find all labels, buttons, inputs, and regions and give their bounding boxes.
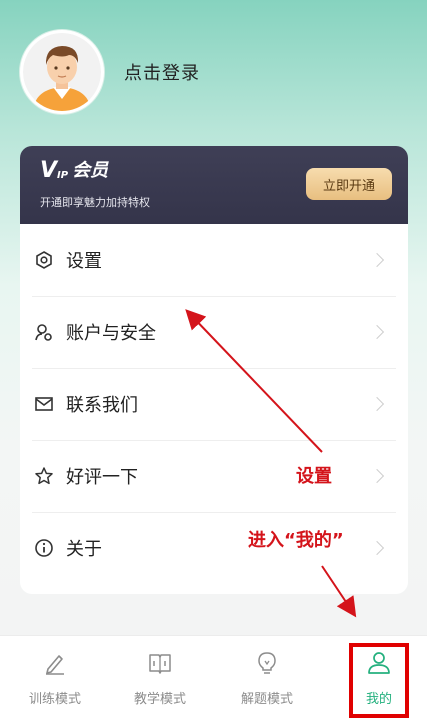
tab-training[interactable]: 训练模式	[10, 636, 100, 720]
avatar-image	[23, 33, 101, 111]
vip-logo-member: 会员	[72, 160, 109, 181]
tab-teaching[interactable]: 教学模式	[115, 636, 205, 720]
menu-item-label: 设置	[66, 251, 102, 272]
menu-item-account-security[interactable]: 账户与安全	[20, 296, 408, 368]
menu-item-label: 账户与安全	[66, 323, 156, 344]
menu-item-label: 关于	[66, 539, 102, 560]
annotation-enter-mine-label: 进入“我的”	[248, 530, 344, 551]
annotation-highlight-box	[349, 643, 409, 718]
contact-icon	[34, 394, 54, 414]
chevron-right-icon	[369, 468, 385, 484]
chevron-right-icon	[369, 324, 385, 340]
star-icon	[34, 466, 54, 486]
vip-banner[interactable]: V IP 会员 开通即享魅力加持特权 立即开通	[20, 146, 408, 226]
vip-logo-ip: IP	[57, 170, 69, 181]
pen-icon	[42, 650, 68, 680]
menu-item-settings[interactable]: 设置	[20, 224, 408, 296]
settings-icon	[34, 250, 54, 270]
lightbulb-icon	[254, 650, 280, 680]
menu-item-contact[interactable]: 联系我们	[20, 368, 408, 440]
settings-menu: 设置 账户与安全 联系我们 好评一下 关于	[20, 224, 408, 594]
menu-item-about[interactable]: 关于	[20, 512, 408, 584]
chevron-right-icon	[369, 540, 385, 556]
book-icon	[147, 650, 173, 680]
chevron-right-icon	[369, 396, 385, 412]
tab-label: 解题模式	[240, 692, 293, 707]
avatar[interactable]	[20, 30, 104, 114]
vip-subtitle: 开通即享魅力加持特权	[40, 196, 150, 209]
menu-item-label: 联系我们	[66, 395, 138, 416]
tab-label: 训练模式	[28, 692, 81, 707]
vip-logo-v: V	[40, 158, 58, 183]
tab-label: 教学模式	[133, 692, 186, 707]
chevron-right-icon	[369, 252, 385, 268]
vip-logo: V IP 会员	[40, 160, 108, 182]
tab-solving[interactable]: 解题模式	[222, 636, 312, 720]
account-security-icon	[34, 322, 54, 342]
annotation-settings-label: 设置	[296, 466, 332, 487]
menu-item-label: 好评一下	[66, 467, 138, 488]
info-icon	[34, 538, 54, 558]
profile-header[interactable]: 点击登录	[20, 30, 200, 114]
menu-item-rate[interactable]: 好评一下	[20, 440, 408, 512]
login-label[interactable]: 点击登录	[124, 59, 200, 85]
vip-activate-button[interactable]: 立即开通	[306, 168, 392, 200]
